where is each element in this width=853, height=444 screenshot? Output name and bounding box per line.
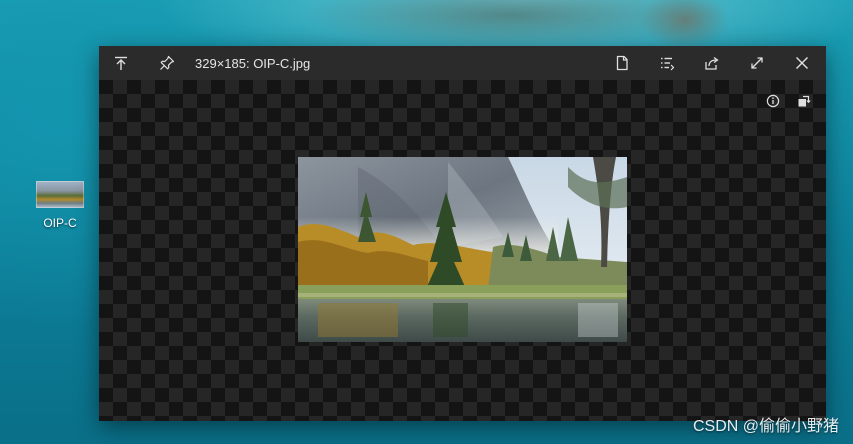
image-canvas[interactable] xyxy=(99,80,826,421)
document-icon xyxy=(616,55,628,71)
viewer-title: 329×185: OIP-C.jpg xyxy=(195,56,311,71)
watermark: CSDN @偷偷小野猪 xyxy=(692,418,839,435)
share-button[interactable] xyxy=(699,50,725,76)
open-file-button[interactable] xyxy=(609,50,635,76)
pin-icon xyxy=(160,55,175,70)
info-icon xyxy=(766,94,780,108)
list-icon xyxy=(661,57,675,71)
pin-button[interactable] xyxy=(154,50,180,76)
close-button[interactable] xyxy=(789,50,815,76)
keep-on-top-button[interactable] xyxy=(108,50,134,76)
desktop-file-icon[interactable]: OIP-C xyxy=(30,180,90,230)
desktop-wallpaper-shape-2 xyxy=(640,0,730,50)
rotate-button[interactable] xyxy=(793,90,815,112)
list-button[interactable] xyxy=(654,50,680,76)
fullscreen-icon xyxy=(751,57,763,69)
displayed-image[interactable] xyxy=(298,157,627,342)
rotate-icon xyxy=(798,95,811,107)
image-thumbnail-icon xyxy=(36,181,84,208)
landscape-photo-icon xyxy=(298,157,627,342)
keep-on-top-icon xyxy=(115,56,127,70)
desktop: OIP-C 329×185: OIP-C.jpg CSDN @偷偷小野猪 xyxy=(0,0,853,444)
close-icon xyxy=(796,57,808,69)
share-icon xyxy=(705,56,719,70)
image-viewer-window: 329×185: OIP-C.jpg xyxy=(99,46,826,421)
fullscreen-button[interactable] xyxy=(744,50,770,76)
info-button[interactable] xyxy=(762,90,784,112)
desktop-file-label: OIP-C xyxy=(43,216,77,230)
viewer-titlebar: 329×185: OIP-C.jpg xyxy=(99,46,826,80)
